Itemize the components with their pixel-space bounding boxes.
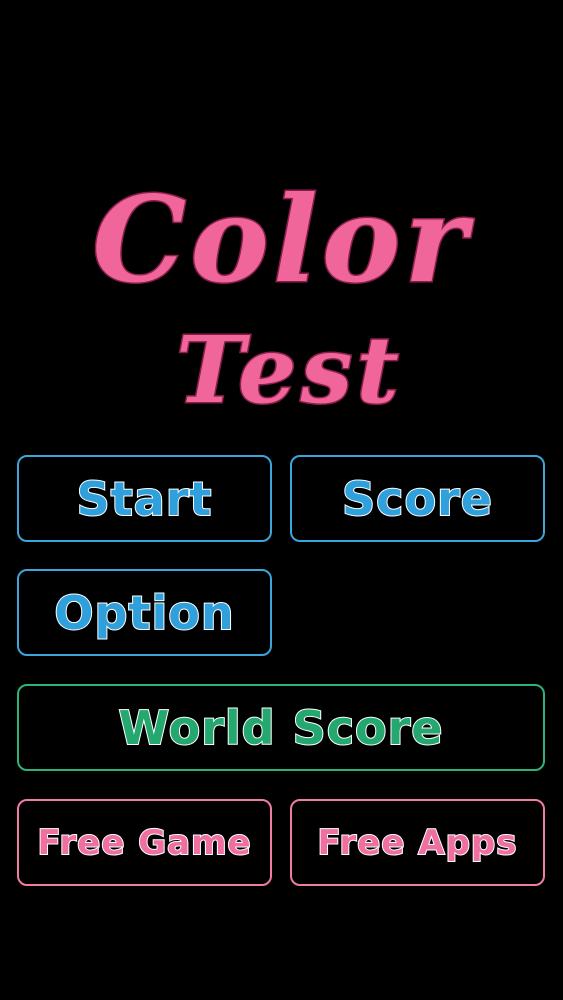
title-test: Test <box>175 316 403 424</box>
world-score-button[interactable]: World Score <box>17 684 545 771</box>
start-button[interactable]: Start <box>17 455 272 542</box>
option-button[interactable]: Option <box>17 569 272 656</box>
free-game-button-label: Free Game <box>36 822 252 864</box>
free-apps-button-label: Free Apps <box>316 822 518 864</box>
start-button-label: Start <box>76 471 213 527</box>
title-color: Color <box>91 170 471 309</box>
world-score-button-label: World Score <box>118 700 444 756</box>
free-game-button[interactable]: Free Game <box>17 799 272 886</box>
option-button-label: Option <box>53 585 235 641</box>
score-button[interactable]: Score <box>290 455 545 542</box>
free-apps-button[interactable]: Free Apps <box>290 799 545 886</box>
score-button-label: Score <box>341 471 493 527</box>
